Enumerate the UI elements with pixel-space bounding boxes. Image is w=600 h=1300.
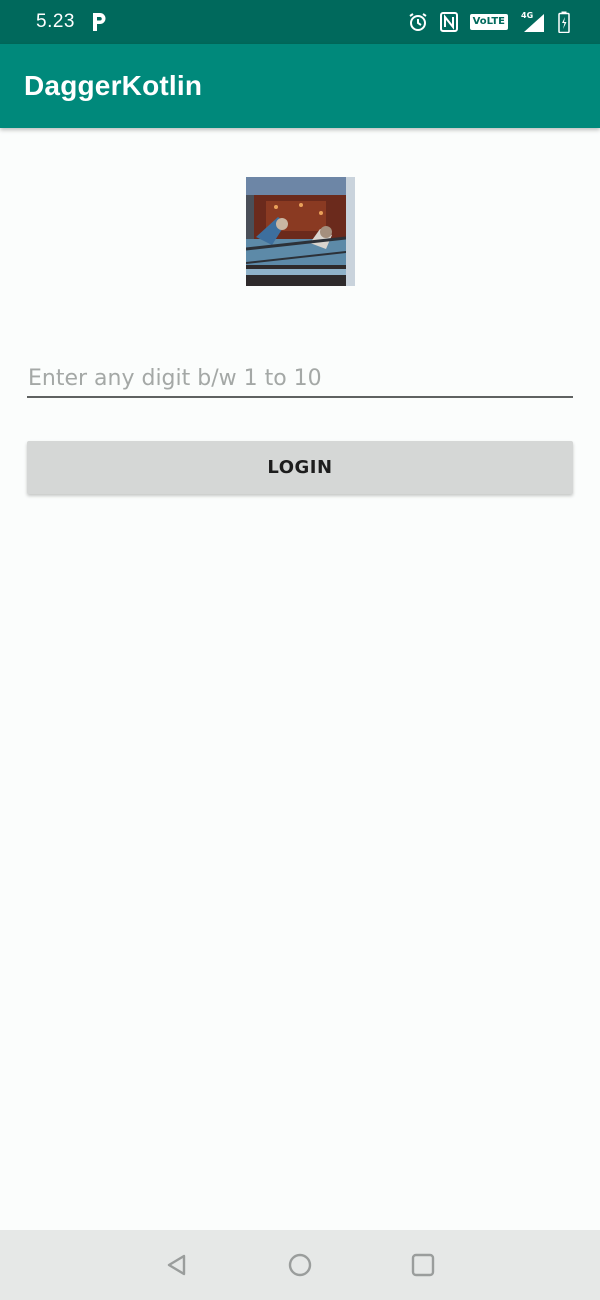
nav-bar bbox=[0, 1230, 600, 1300]
status-time: 5.23 bbox=[36, 11, 75, 32]
alarm-icon bbox=[409, 13, 427, 31]
signal-4g-icon: 4G bbox=[521, 11, 544, 32]
status-icons: VoLTE 4G bbox=[408, 11, 570, 33]
volte-icon: VoLTE bbox=[469, 14, 508, 30]
login-button[interactable]: LOGIN bbox=[27, 441, 573, 494]
back-icon[interactable] bbox=[164, 1252, 190, 1278]
battery-charging-icon bbox=[558, 11, 570, 33]
photo-image-graphic bbox=[246, 177, 355, 286]
photo-image bbox=[246, 177, 355, 286]
digit-input[interactable] bbox=[27, 360, 573, 398]
nfc-icon bbox=[439, 12, 458, 32]
home-icon[interactable] bbox=[287, 1252, 313, 1278]
network-label: 4G bbox=[521, 11, 533, 20]
status-bar: 5.23 VoLTE 4G bbox=[0, 0, 600, 44]
p-icon bbox=[93, 13, 106, 31]
app-title: DaggerKotlin bbox=[24, 70, 203, 101]
digit-input-container bbox=[27, 360, 573, 400]
recents-icon[interactable] bbox=[410, 1252, 436, 1278]
app-bar: DaggerKotlin bbox=[0, 44, 600, 128]
